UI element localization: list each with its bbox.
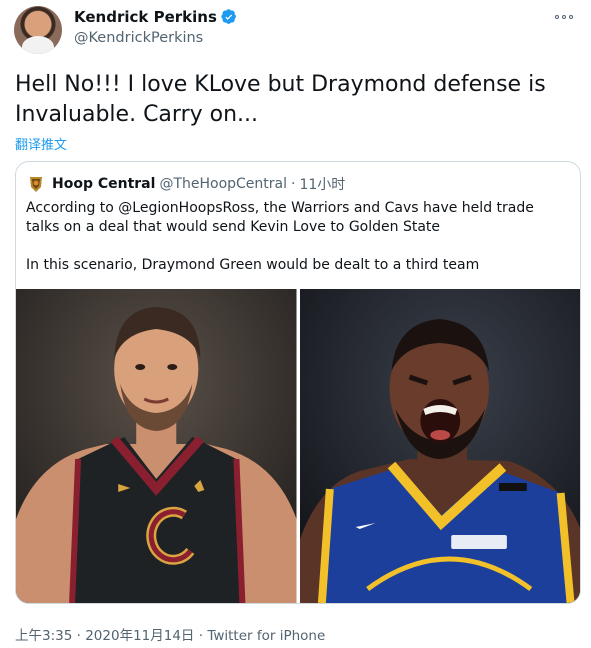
author-name[interactable]: Kendrick Perkins [74,8,217,26]
quoted-tweet[interactable]: Hoop Central @TheHoopCentral · 11小时 Acco… [15,161,581,604]
photo-cavaliers-player[interactable] [16,289,297,603]
more-options-icon[interactable] [553,10,575,24]
warriors-player-illustration [299,289,580,603]
quoted-paragraph: In this scenario, Draymond Green would b… [26,257,480,273]
dot [569,15,573,19]
quoted-photos [16,289,580,603]
tweet-text: Hell No!!! I love KLove but Draymond def… [15,72,546,127]
separator-dot: · [76,628,81,644]
translate-tweet-link[interactable]: 翻译推文 [15,134,67,153]
dot [555,15,559,19]
quoted-author-name[interactable]: Hoop Central [52,176,155,192]
verified-badge-icon [221,9,236,24]
quoted-text: According to @LegionHoopsRoss, the Warri… [26,199,571,275]
tweet-meta: 上午3:35 · 2020年11月14日 · Twitter for iPhon… [15,624,325,644]
tweet-source[interactable]: Twitter for iPhone [207,628,325,644]
author-name-row: Kendrick Perkins [74,8,237,26]
hoop-central-avatar[interactable] [26,174,46,194]
separator-dot: · [198,628,204,644]
separator-dot: · [291,176,296,192]
tweet-time[interactable]: 上午3:35 [15,628,72,644]
quoted-paragraph: According to @LegionHoopsRoss, the Warri… [26,200,534,235]
author-handle[interactable]: @KendrickPerkins [74,30,203,46]
cavaliers-player-illustration [16,289,297,603]
photo-warriors-player[interactable] [299,289,580,603]
quoted-time[interactable]: 11小时 [299,174,345,194]
tweet-date[interactable]: 2020年11月14日 [85,628,194,644]
author-avatar[interactable] [14,6,62,54]
quoted-author-handle[interactable]: @TheHoopCentral [159,176,287,192]
dot [562,15,566,19]
quoted-header: Hoop Central @TheHoopCentral · 11小时 [52,174,345,194]
